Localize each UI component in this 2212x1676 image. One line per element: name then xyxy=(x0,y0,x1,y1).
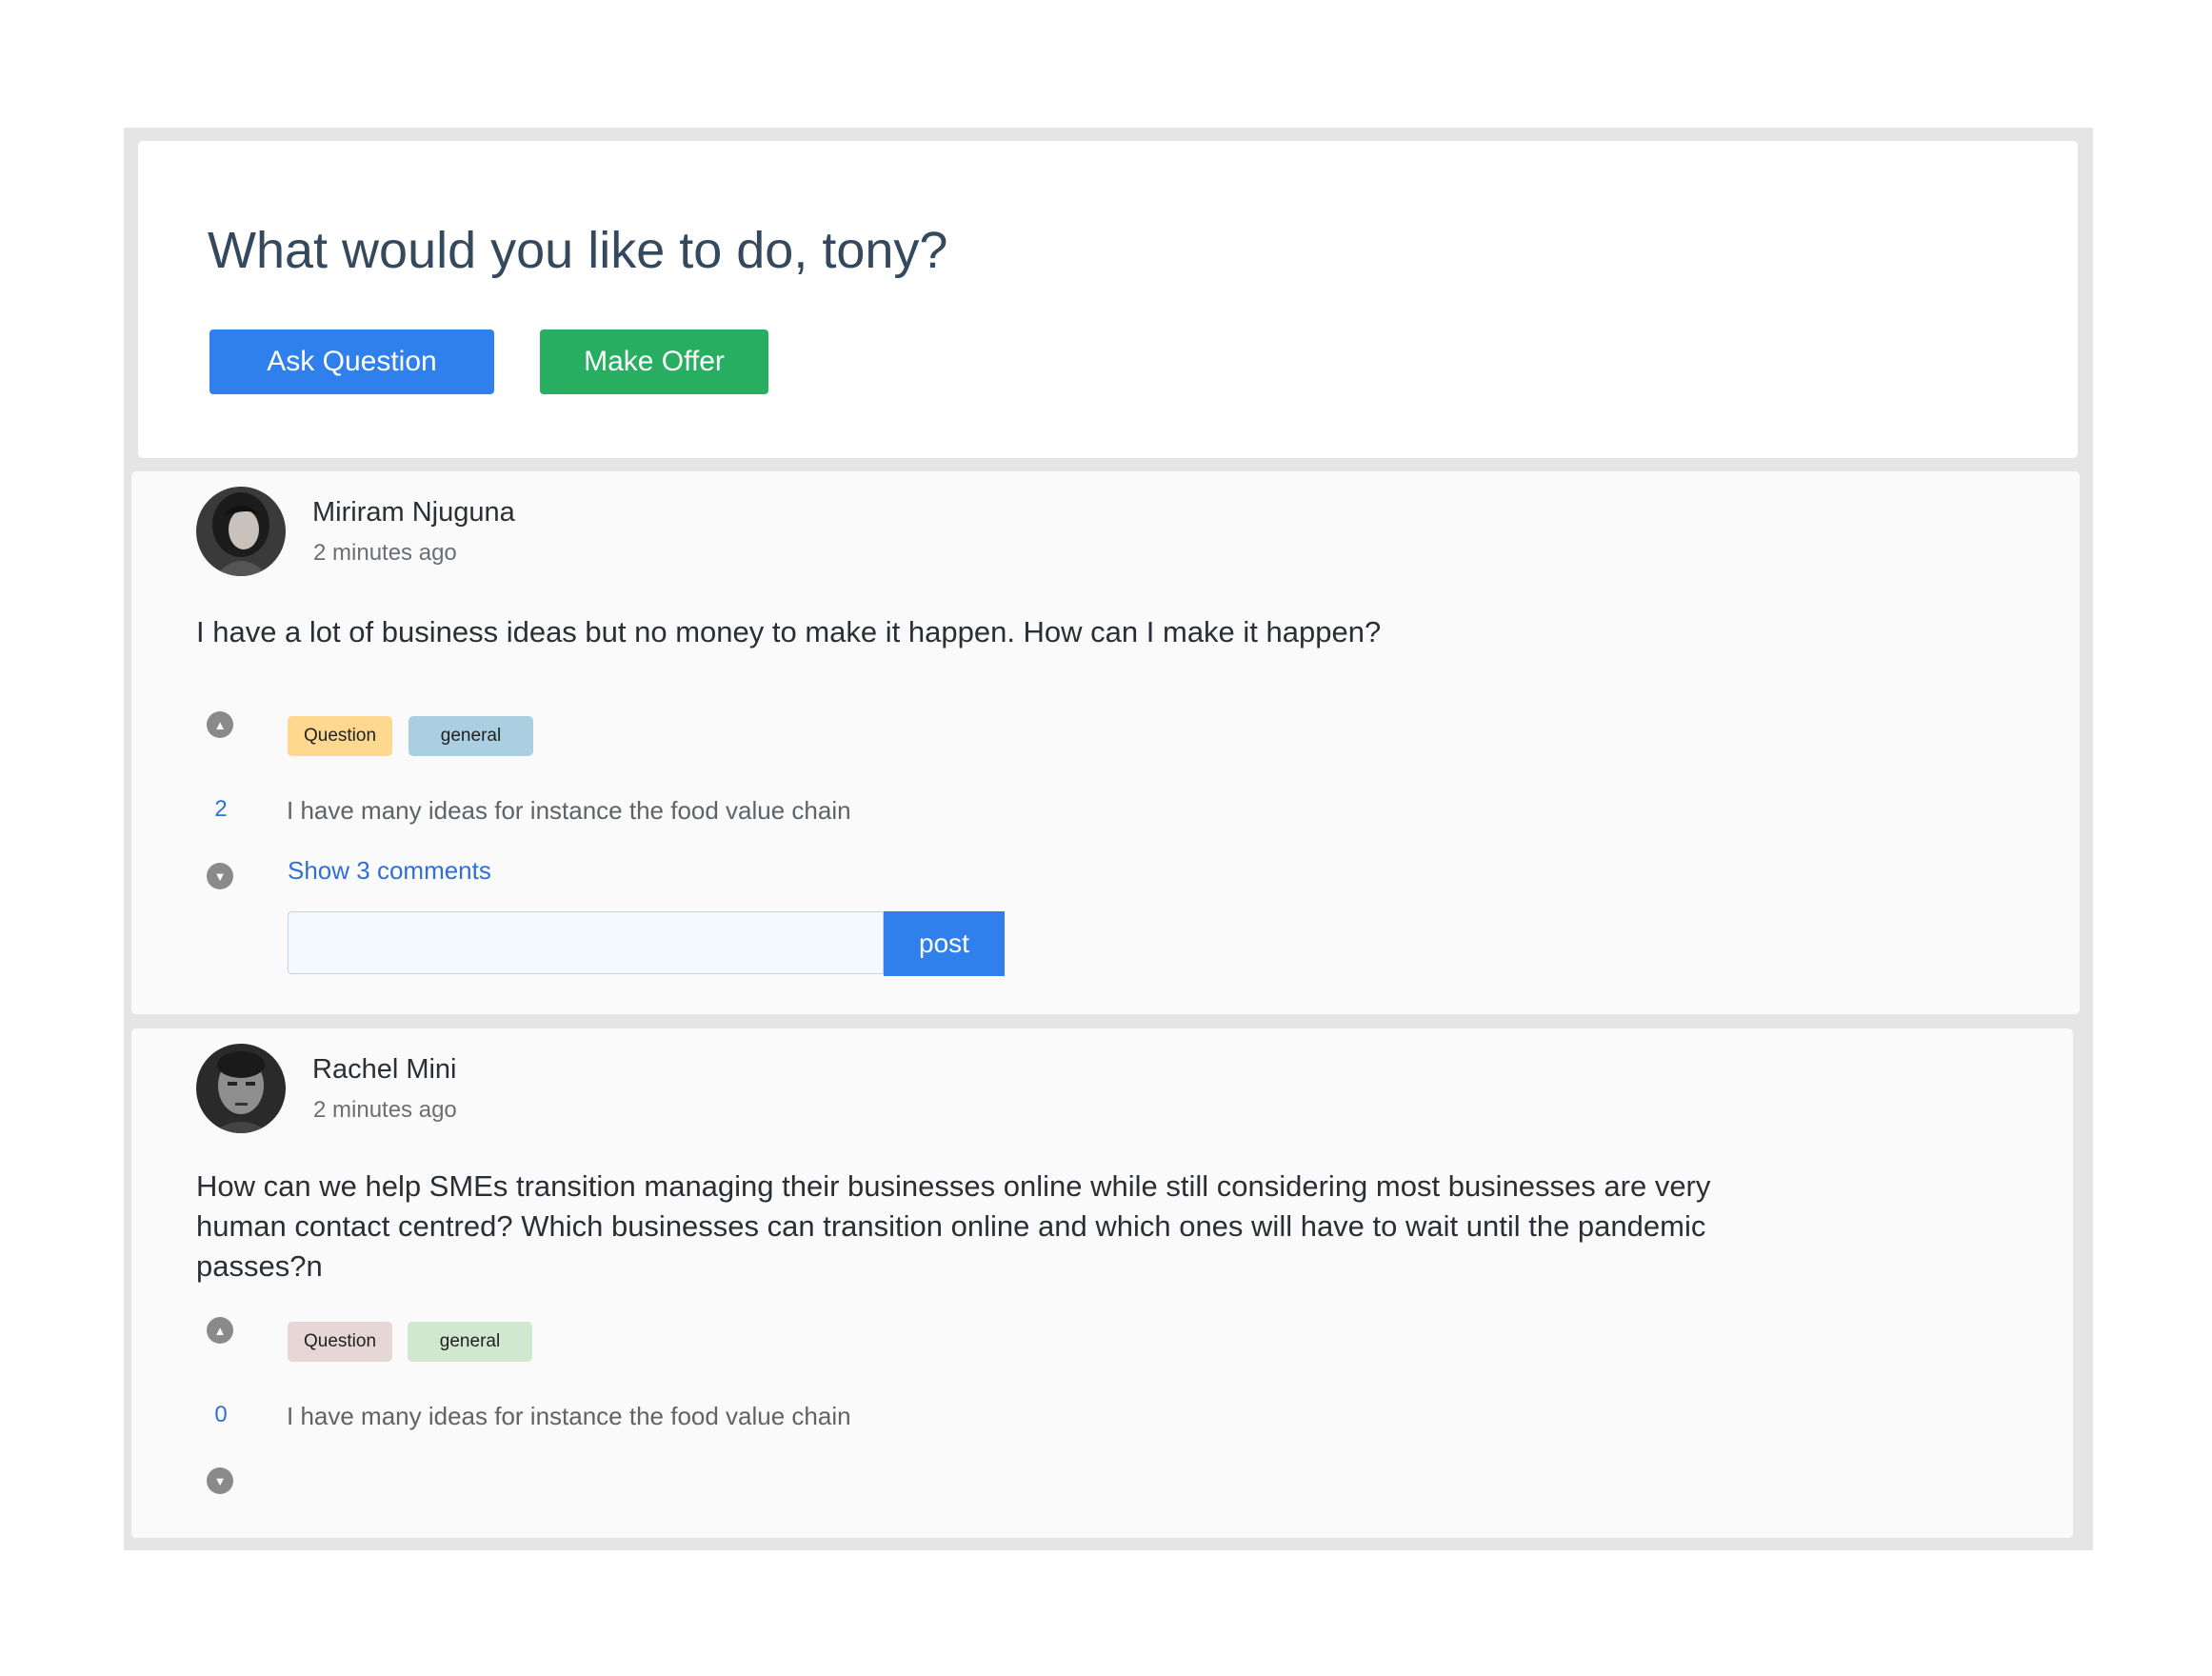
vote-count: 2 xyxy=(214,796,228,822)
post-comment-button[interactable]: post xyxy=(884,911,1005,976)
post-timestamp: 2 minutes ago xyxy=(313,1097,457,1123)
post-timestamp: 2 minutes ago xyxy=(313,540,457,566)
make-offer-button[interactable]: Make Offer xyxy=(540,329,768,394)
show-comments-link[interactable]: Show 3 comments xyxy=(288,856,491,886)
comment-input[interactable] xyxy=(288,911,884,974)
question-text: How can we help SMEs transition managing… xyxy=(196,1169,1711,1283)
tag-question[interactable]: Question xyxy=(288,1322,392,1362)
avatar[interactable] xyxy=(196,1044,286,1133)
greeting-title: What would you like to do, tony? xyxy=(208,222,948,279)
author-name[interactable]: Rachel Mini xyxy=(312,1054,457,1086)
downvote-icon[interactable]: ▼ xyxy=(207,863,233,889)
vote-count: 0 xyxy=(214,1402,228,1427)
tag-question[interactable]: Question xyxy=(288,716,392,756)
upvote-icon[interactable]: ▲ xyxy=(207,711,233,738)
answer-preview: I have many ideas for instance the food … xyxy=(287,796,851,825)
tag-general[interactable]: general xyxy=(409,716,533,756)
action-panel: What would you like to do, tony? Ask Que… xyxy=(138,141,2078,458)
tag-general[interactable]: general xyxy=(408,1322,532,1362)
author-name[interactable]: Miriram Njuguna xyxy=(312,497,515,529)
question-card: Rachel Mini 2 minutes ago How can we hel… xyxy=(131,1028,2073,1538)
question-card: Miriram Njuguna 2 minutes ago I have a l… xyxy=(131,471,2080,1014)
upvote-icon[interactable]: ▲ xyxy=(207,1317,233,1344)
downvote-icon[interactable]: ▼ xyxy=(207,1467,233,1494)
question-text: I have a lot of business ideas but no mo… xyxy=(196,615,1382,648)
answer-preview: I have many ideas for instance the food … xyxy=(287,1402,851,1430)
avatar[interactable] xyxy=(196,487,286,576)
ask-question-button[interactable]: Ask Question xyxy=(209,329,494,394)
